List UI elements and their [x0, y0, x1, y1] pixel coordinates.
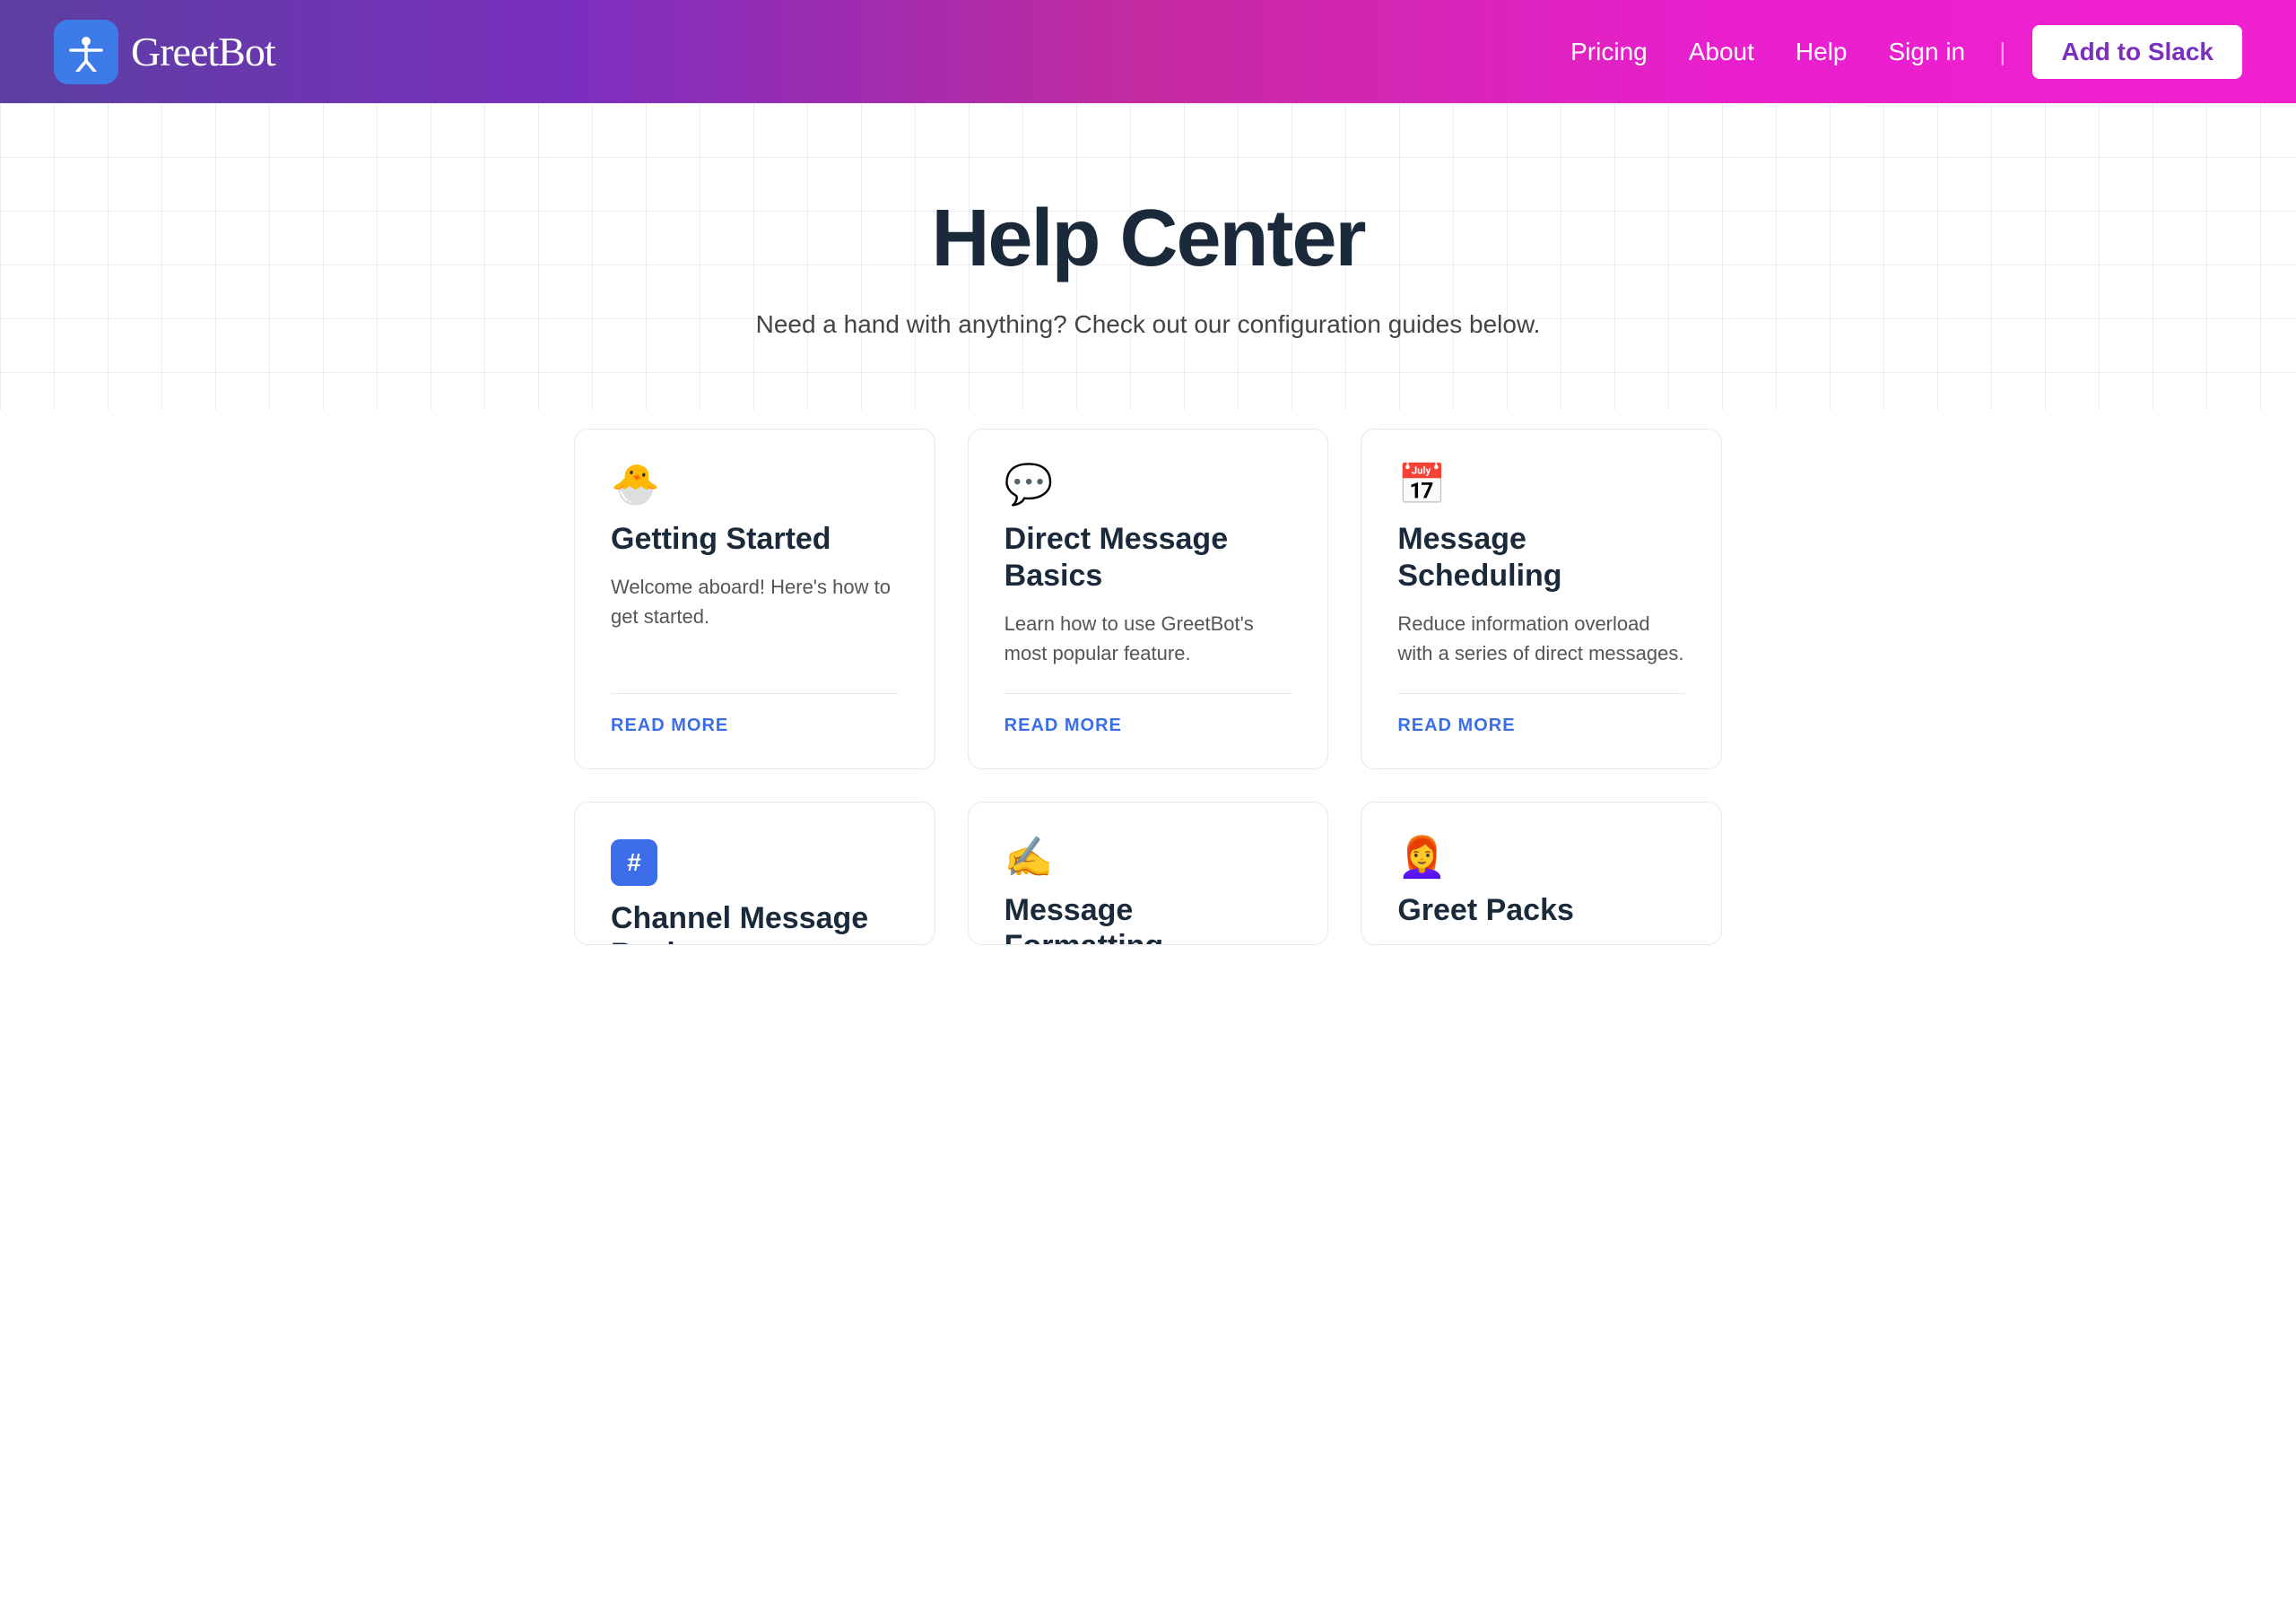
card-message-formatting: ✍️ Message Formatting	[968, 802, 1329, 945]
card-icon-getting-started: 🐣	[611, 465, 899, 505]
card-channel-message: # Channel Message Basics	[574, 802, 935, 945]
add-to-slack-button[interactable]: Add to Slack	[2032, 25, 2242, 79]
card-divider-3	[1397, 693, 1685, 694]
card-title-getting-started: Getting Started	[611, 521, 899, 558]
nav-sign-in[interactable]: Sign in	[1873, 30, 1982, 74]
site-header: GreetBot Pricing About Help Sign in | Ad…	[0, 0, 2296, 103]
nav-help[interactable]: Help	[1779, 30, 1864, 74]
card-message-scheduling: 📅 Message Scheduling Reduce information …	[1361, 429, 1722, 769]
card-divider-1	[611, 693, 899, 694]
cards-grid-top: 🐣 Getting Started Welcome aboard! Here's…	[574, 429, 1722, 769]
card-icon-message-scheduling: 📅	[1397, 465, 1685, 505]
hero-section: Help Center Need a hand with anything? C…	[0, 103, 2296, 411]
card-getting-started: 🐣 Getting Started Welcome aboard! Here's…	[574, 429, 935, 769]
card-desc-message-scheduling: Reduce information overload with a serie…	[1397, 609, 1685, 668]
card-desc-getting-started: Welcome aboard! Here's how to get starte…	[611, 572, 899, 668]
card-icon-direct-message: 💬	[1004, 465, 1292, 505]
card-direct-message: 💬 Direct Message Basics Learn how to use…	[968, 429, 1329, 769]
logo-icon	[54, 20, 118, 84]
page-title: Help Center	[36, 193, 2260, 285]
nav-about[interactable]: About	[1673, 30, 1770, 74]
card-icon-greet-packs: 👩‍🦰	[1397, 838, 1685, 878]
card-title-message-scheduling: Message Scheduling	[1397, 521, 1685, 594]
cards-section: 🐣 Getting Started Welcome aboard! Here's…	[520, 411, 1776, 999]
hero-subtitle: Need a hand with anything? Check out our…	[36, 310, 2260, 339]
card-title-direct-message: Direct Message Basics	[1004, 521, 1292, 594]
cards-grid-bottom: # Channel Message Basics ✍️ Message Form…	[574, 802, 1722, 945]
main-nav: Pricing About Help Sign in | Add to Slac…	[1554, 25, 2242, 79]
read-more-message-scheduling[interactable]: READ MORE	[1397, 716, 1685, 736]
nav-divider: |	[1999, 38, 2005, 66]
read-more-getting-started[interactable]: READ MORE	[611, 716, 899, 736]
nav-pricing[interactable]: Pricing	[1554, 30, 1664, 74]
card-greet-packs: 👩‍🦰 Greet Packs	[1361, 802, 1722, 945]
card-icon-message-formatting: ✍️	[1004, 838, 1292, 878]
card-desc-direct-message: Learn how to use GreetBot's most popular…	[1004, 609, 1292, 668]
logo-text: GreetBot	[131, 28, 275, 75]
logo-area: GreetBot	[54, 20, 275, 84]
card-title-channel-message: Channel Message Basics	[611, 900, 899, 945]
read-more-direct-message[interactable]: READ MORE	[1004, 716, 1292, 736]
card-title-greet-packs: Greet Packs	[1397, 892, 1685, 929]
card-icon-channel-message: #	[611, 838, 899, 886]
card-divider-2	[1004, 693, 1292, 694]
card-title-message-formatting: Message Formatting	[1004, 892, 1292, 945]
